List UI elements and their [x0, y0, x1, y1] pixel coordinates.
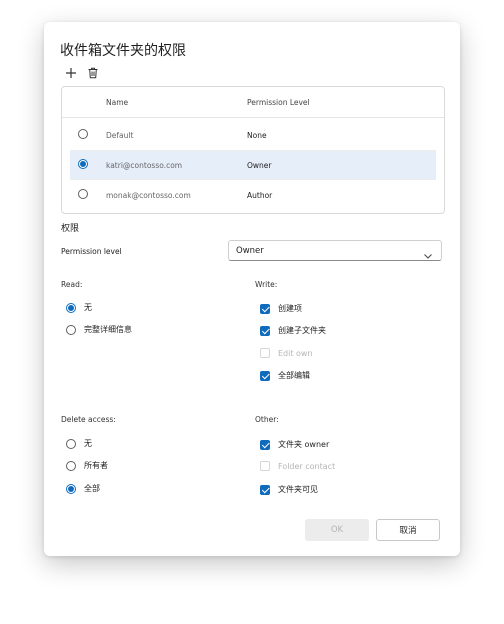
option-label: 所有者	[84, 461, 108, 470]
users-table: Name Permission Level Default None katri…	[61, 86, 445, 214]
read-label: Read:	[61, 280, 83, 289]
option-label: 文件夹 owner	[278, 440, 330, 449]
users-table-header: Name Permission Level	[62, 87, 444, 118]
permission-level-value: Owner	[236, 246, 264, 256]
column-header-name: Name	[106, 98, 129, 107]
edit-own-checkbox	[260, 348, 270, 358]
write-option-edit-all[interactable]: 全部编辑	[260, 370, 310, 381]
cancel-button[interactable]: 取消	[376, 519, 440, 541]
user-name: katri@contosso.com	[106, 161, 183, 170]
trash-icon[interactable]	[86, 66, 100, 80]
user-name: monak@contosso.com	[106, 191, 191, 200]
read-option-full-details[interactable]: 完整详细信息	[66, 324, 132, 335]
dialog-title: 收件箱文件夹的权限	[60, 43, 186, 59]
permission-level-label: Permission level	[61, 247, 122, 256]
option-label: 完整详细信息	[84, 325, 132, 334]
permissions-dialog: 收件箱文件夹的权限 Name Permission Level Default …	[44, 22, 460, 556]
option-label: 无	[84, 439, 92, 448]
user-select-radio[interactable]	[78, 159, 88, 169]
write-option-create-items[interactable]: 创建项	[260, 303, 302, 314]
edit-all-checkbox[interactable]	[260, 370, 270, 381]
option-label: 创建项	[278, 304, 302, 313]
delete-all-radio[interactable]	[66, 483, 76, 494]
ok-button: OK	[305, 519, 369, 541]
read-option-none[interactable]: 无	[66, 302, 92, 313]
delete-option-none[interactable]: 无	[66, 438, 92, 449]
delete-access-label: Delete access:	[61, 415, 116, 424]
option-label: Folder contact	[278, 461, 336, 471]
create-subfolders-checkbox[interactable]	[260, 325, 270, 336]
delete-option-owner[interactable]: 所有者	[66, 460, 108, 471]
user-permission: Owner	[247, 161, 272, 170]
read-full-details-radio[interactable]	[66, 324, 76, 335]
user-name: Default	[106, 131, 134, 140]
option-label: 文件夹可见	[278, 485, 318, 494]
permission-level-select[interactable]: Owner	[228, 240, 442, 261]
row-divider	[70, 179, 436, 180]
user-select-radio[interactable]	[78, 129, 88, 139]
toolbar	[64, 66, 100, 80]
other-option-folder-contact: Folder contact	[260, 461, 335, 471]
other-label: Other:	[255, 415, 279, 424]
user-row-monak[interactable]: monak@contosso.com Author	[70, 181, 436, 209]
option-label: 全部编辑	[278, 371, 310, 380]
delete-none-radio[interactable]	[66, 438, 76, 449]
folder-visible-checkbox[interactable]	[260, 484, 270, 495]
folder-contact-checkbox	[260, 461, 270, 471]
user-permission: None	[247, 131, 267, 140]
folder-owner-checkbox[interactable]	[260, 439, 270, 450]
chevron-down-icon	[423, 246, 433, 265]
read-none-radio[interactable]	[66, 302, 76, 313]
permissions-section-title: 权限	[61, 224, 80, 234]
write-option-edit-own: Edit own	[260, 348, 313, 358]
write-label: Write:	[255, 280, 278, 289]
create-items-checkbox[interactable]	[260, 303, 270, 314]
user-row-default[interactable]: Default None	[70, 121, 436, 149]
user-permission: Author	[247, 191, 273, 200]
plus-icon[interactable]	[64, 66, 78, 80]
user-row-katri[interactable]: katri@contosso.com Owner	[70, 151, 436, 179]
user-select-radio[interactable]	[78, 189, 88, 199]
option-label: 无	[84, 303, 92, 312]
write-option-create-subfolders[interactable]: 创建子文件夹	[260, 325, 326, 336]
delete-option-all[interactable]: 全部	[66, 483, 100, 494]
option-label: Edit own	[278, 348, 313, 358]
option-label: 全部	[84, 484, 100, 493]
other-option-folder-visible[interactable]: 文件夹可见	[260, 484, 318, 495]
option-label: 创建子文件夹	[278, 326, 326, 335]
other-option-folder-owner[interactable]: 文件夹 owner	[260, 439, 329, 450]
delete-owner-radio[interactable]	[66, 460, 76, 471]
column-header-permission: Permission Level	[247, 98, 310, 107]
